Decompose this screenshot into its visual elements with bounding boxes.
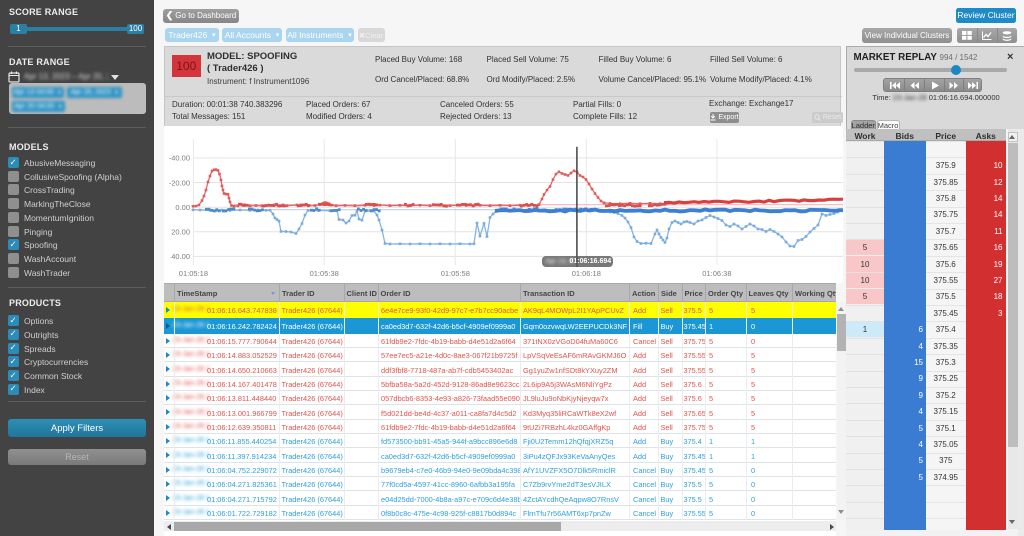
- svg-text:40.00: 40.00: [171, 252, 190, 261]
- svg-text:01:06:18: 01:06:18: [572, 269, 601, 278]
- svg-text:01:06:38: 01:06:38: [702, 269, 731, 278]
- svg-text:01:05:38: 01:05:38: [310, 269, 339, 278]
- svg-text:01:05:18: 01:05:18: [179, 269, 208, 278]
- svg-text:0.00: 0.00: [175, 203, 190, 212]
- svg-text:20.00: 20.00: [171, 228, 190, 237]
- svg-text:01:05:58: 01:05:58: [441, 269, 470, 278]
- svg-text:-40.00: -40.00: [169, 154, 190, 163]
- svg-text:-20.00: -20.00: [169, 178, 190, 187]
